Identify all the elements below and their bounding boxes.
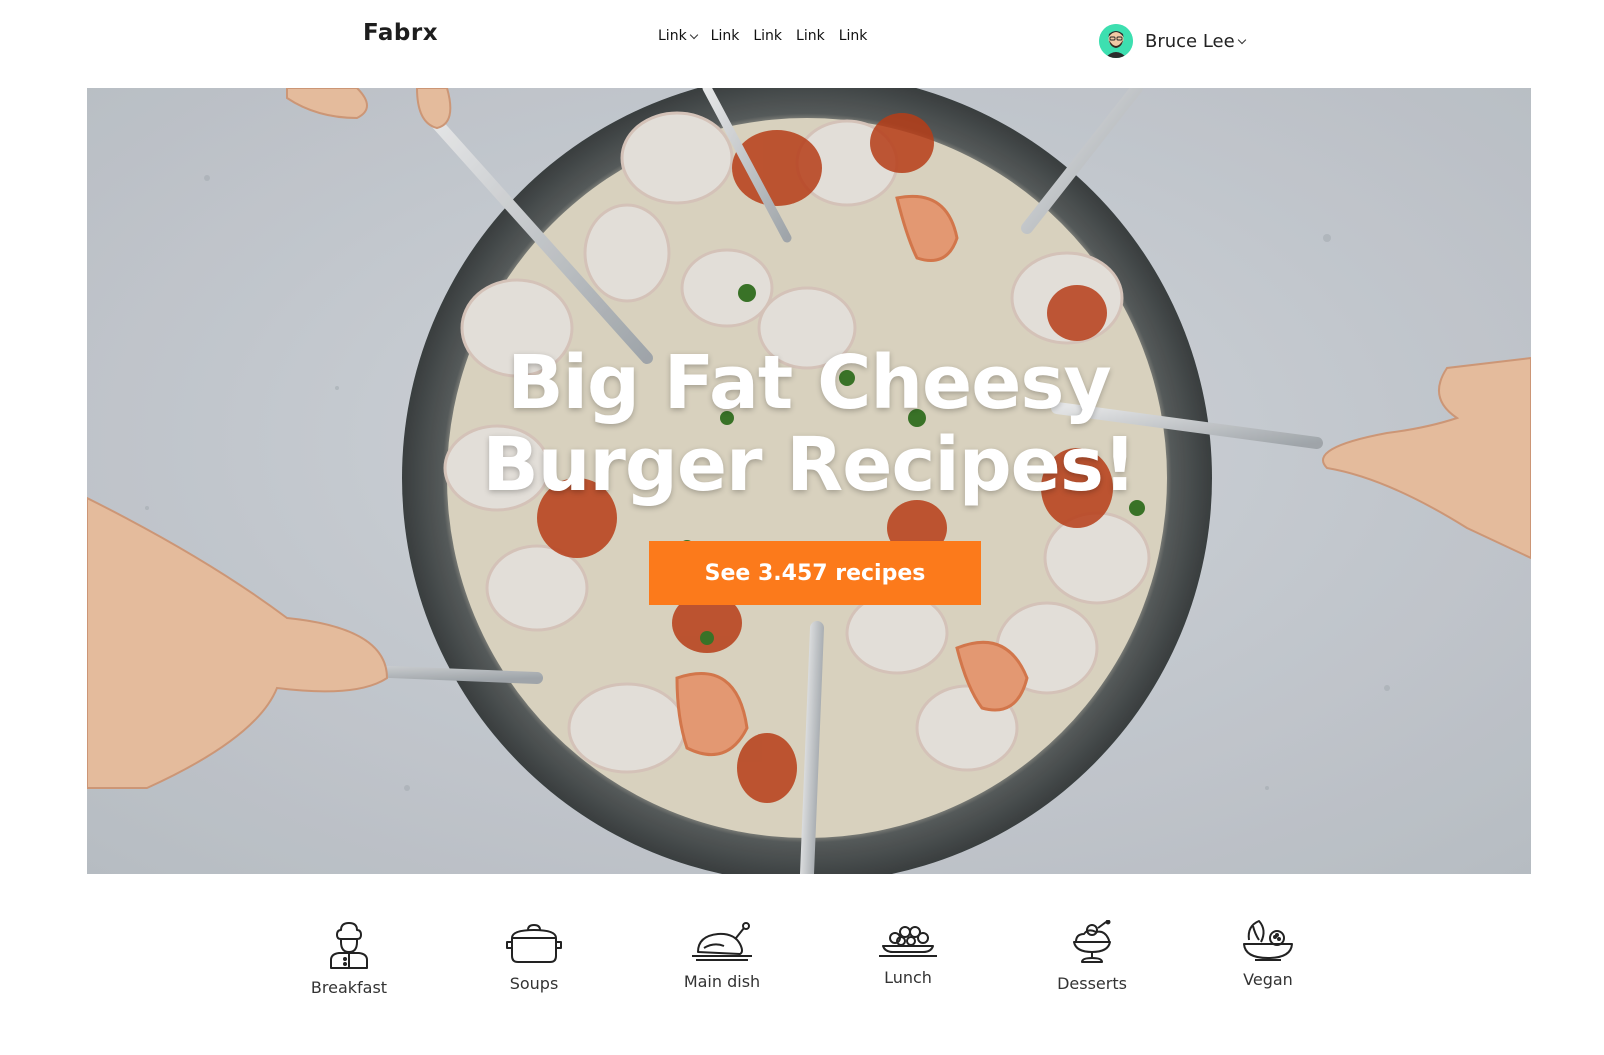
category-lunch[interactable]: Lunch bbox=[838, 920, 978, 987]
nav-link-label: Link bbox=[796, 28, 825, 44]
chef-icon bbox=[330, 922, 368, 969]
avatar bbox=[1099, 24, 1133, 58]
brand-logo[interactable]: Fabrx bbox=[363, 20, 438, 46]
top-navbar: Fabrx Link Link Link Link Link Bruce Lee bbox=[0, 0, 1604, 88]
hero-title: Big Fat Cheesy Burger Recipes! bbox=[87, 342, 1531, 506]
dessert-cup-icon bbox=[1073, 920, 1111, 963]
hero-banner: Big Fat Cheesy Burger Recipes! See 3.457… bbox=[87, 88, 1531, 874]
pot-icon bbox=[506, 924, 562, 963]
lunch-tray-icon bbox=[879, 926, 937, 957]
category-label: Desserts bbox=[1057, 974, 1127, 993]
category-label: Vegan bbox=[1243, 970, 1293, 989]
user-name: Bruce Lee bbox=[1145, 30, 1235, 52]
nav-link[interactable]: Link bbox=[753, 28, 782, 44]
vegan-bowl-icon bbox=[1243, 920, 1293, 961]
category-main-dish[interactable]: Main dish bbox=[652, 920, 792, 991]
category-desserts[interactable]: Desserts bbox=[1022, 920, 1162, 993]
category-label: Main dish bbox=[683, 972, 761, 991]
category-label: Soups bbox=[509, 974, 559, 993]
nav-link[interactable]: Link bbox=[796, 28, 825, 44]
bearded-man-avatar-icon bbox=[1099, 24, 1133, 58]
hero-title-line: Burger Recipes! bbox=[482, 422, 1136, 508]
nav-link-label: Link bbox=[753, 28, 783, 44]
nav-link-label: Link bbox=[838, 28, 868, 44]
category-label: Breakfast bbox=[310, 978, 388, 997]
see-recipes-button[interactable]: See 3.457 recipes bbox=[649, 541, 981, 605]
chevron-down-icon bbox=[1237, 35, 1246, 44]
user-menu[interactable]: Bruce Lee bbox=[1099, 24, 1246, 58]
hero-title-line: Big Fat Cheesy bbox=[507, 340, 1111, 426]
category-breakfast[interactable]: Breakfast bbox=[279, 920, 419, 997]
nav-link-label: Link bbox=[710, 28, 740, 44]
nav-link-dropdown[interactable]: Link bbox=[658, 28, 698, 44]
category-list: Breakfast Soups Main dish Lunch Desserts… bbox=[0, 920, 1604, 1040]
nav-link[interactable]: Link bbox=[839, 28, 868, 44]
main-nav: Link Link Link Link Link bbox=[658, 28, 881, 44]
roast-chicken-icon bbox=[692, 922, 752, 961]
category-soups[interactable]: Soups bbox=[464, 922, 604, 993]
category-vegan[interactable]: Vegan bbox=[1198, 918, 1338, 989]
category-label: Lunch bbox=[884, 968, 932, 987]
nav-link[interactable]: Link bbox=[711, 28, 740, 44]
nav-link-label: Link bbox=[658, 28, 687, 44]
chevron-down-icon bbox=[689, 30, 698, 39]
